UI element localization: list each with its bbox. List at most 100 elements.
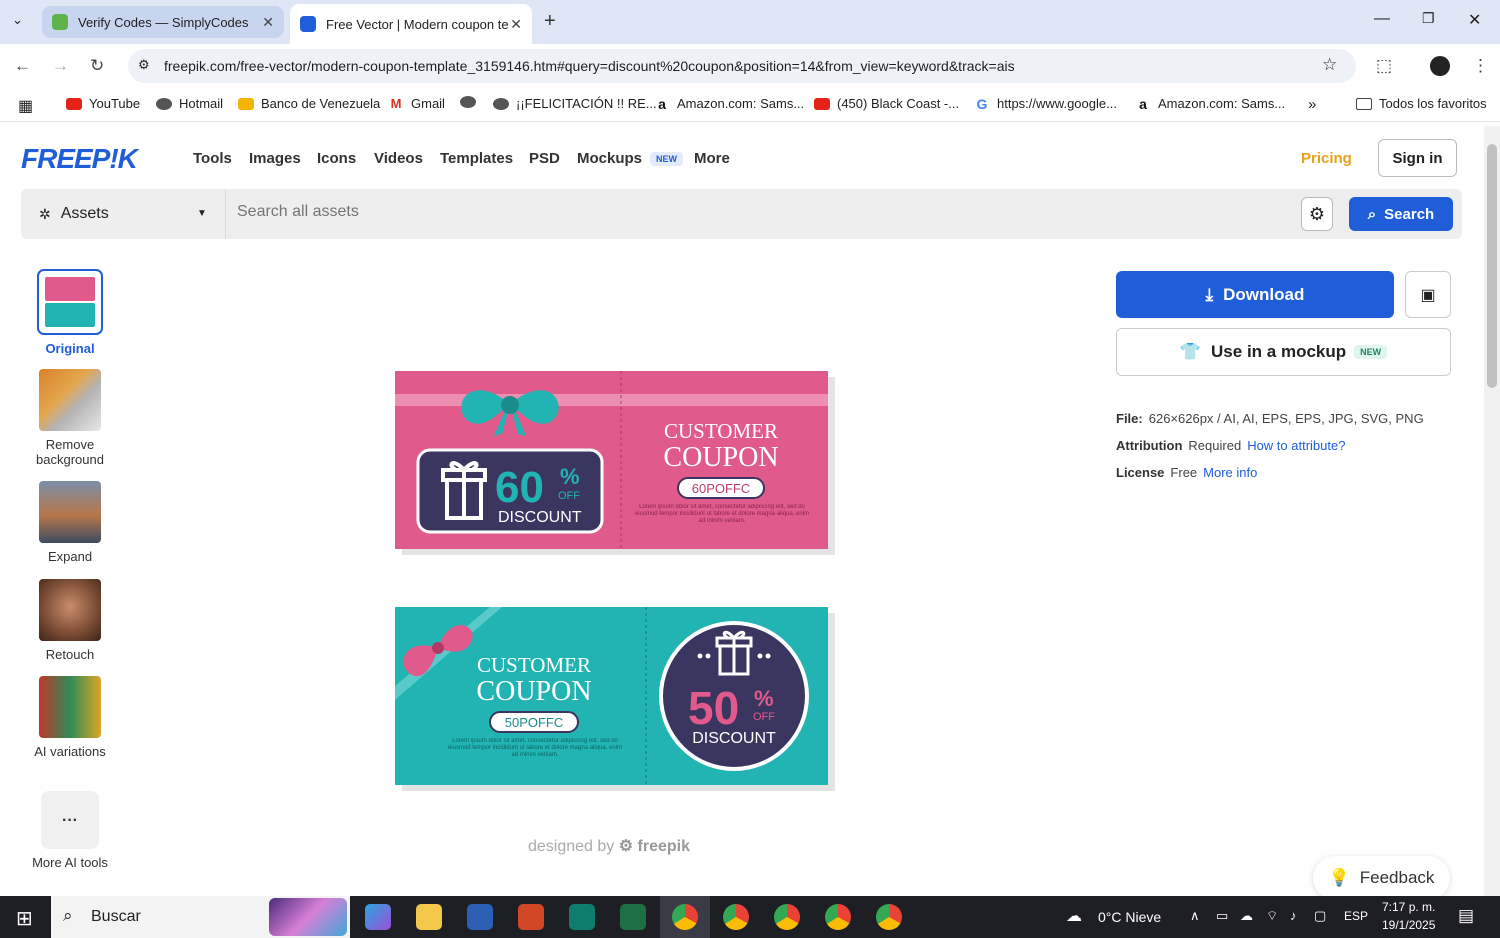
wifi-icon[interactable]: ⌔: [1266, 908, 1278, 924]
copilot-icon[interactable]: [365, 904, 391, 930]
coupon1-title-2: COUPON: [663, 442, 778, 473]
language-indicator[interactable]: ESP: [1344, 909, 1368, 923]
back-icon[interactable]: ←: [14, 56, 31, 76]
folder-icon: [1356, 97, 1372, 110]
close-tab-icon[interactable]: ✕: [510, 16, 522, 33]
onedrive-icon[interactable]: ☁: [1240, 908, 1253, 924]
nav-psd[interactable]: PSD: [529, 150, 560, 167]
search-settings-button[interactable]: ⚙: [1301, 197, 1333, 231]
new-tab-icon[interactable]: +: [544, 10, 556, 33]
shirt-icon: 👕: [1179, 342, 1202, 361]
use-in-mockup-button[interactable]: 👕 Use in a mockup NEW: [1116, 328, 1451, 376]
tool-label: AI variations: [34, 744, 106, 759]
close-window-icon[interactable]: ✕: [1468, 10, 1481, 30]
bookmark-felicitacion[interactable]: ¡¡FELICITACIÓN !! RE...: [493, 96, 657, 111]
powerpoint-icon[interactable]: [518, 904, 544, 930]
bookmark-label: Gmail: [411, 96, 445, 111]
sign-in-button[interactable]: Sign in: [1378, 139, 1457, 177]
bookmark-label: Amazon.com: Sams...: [1158, 96, 1286, 111]
profile-avatar[interactable]: [1430, 56, 1450, 76]
maximize-icon[interactable]: ❐: [1422, 10, 1435, 27]
search-button[interactable]: ⌕ Search: [1349, 197, 1453, 231]
nav-tools[interactable]: Tools: [193, 150, 232, 167]
collection-button[interactable]: ▣: [1405, 271, 1451, 318]
bookmark-globe[interactable]: [460, 96, 483, 108]
extensions-icon[interactable]: ⬚: [1376, 56, 1392, 76]
coupon1-stripe: [395, 394, 828, 406]
more-info-link[interactable]: More info: [1203, 465, 1257, 480]
bookmark-star-icon[interactable]: ☆: [1322, 55, 1337, 75]
bookmark-black-coast[interactable]: (450) Black Coast -...: [814, 96, 959, 111]
weather-text[interactable]: 0°C Nieve: [1098, 909, 1161, 925]
address-bar[interactable]: ⚙ freepik.com/free-vector/modern-coupon-…: [128, 49, 1356, 83]
menu-dots-icon[interactable]: ⋮: [1472, 56, 1489, 76]
tray-overflow-icon[interactable]: ∧: [1190, 908, 1200, 924]
network-icon[interactable]: ▢: [1314, 908, 1326, 924]
coupon2-code: 50POFFC: [505, 715, 564, 730]
amazon-icon: a: [1139, 95, 1147, 112]
volume-icon[interactable]: ♪: [1290, 908, 1297, 923]
chrome-profile-icon[interactable]: [723, 904, 749, 930]
meet-icon[interactable]: ▭: [1216, 908, 1228, 924]
tool-original[interactable]: Original: [20, 269, 120, 356]
forward-icon[interactable]: →: [52, 56, 69, 76]
windows-start-icon[interactable]: ⊞: [16, 906, 33, 931]
tab-title: Verify Codes — SimplyCodes: [78, 14, 249, 30]
nav-icons[interactable]: Icons: [317, 150, 356, 167]
chrome-profile-icon[interactable]: [876, 904, 902, 930]
bookmark-youtube[interactable]: YouTube: [66, 96, 140, 111]
pricing-link[interactable]: Pricing: [1301, 150, 1352, 167]
chrome-profile-icon[interactable]: [825, 904, 851, 930]
page-scrollbar[interactable]: [1484, 126, 1500, 896]
all-bookmarks-folder[interactable]: Todos los favoritos: [1356, 96, 1487, 111]
file-explorer-icon[interactable]: [416, 904, 442, 930]
bookmark-banco[interactable]: Banco de Venezuela: [238, 96, 380, 111]
nav-templates[interactable]: Templates: [440, 150, 513, 167]
asset-type-dropdown[interactable]: ✲ Assets ▼: [21, 189, 226, 239]
clock-time[interactable]: 7:17 p. m.: [1382, 900, 1435, 914]
bookmarks-bar: ▦ YouTube Hotmail Banco de Venezuela M Gm…: [0, 88, 1500, 122]
nav-videos[interactable]: Videos: [374, 150, 423, 167]
download-button[interactable]: ⤓ Download: [1116, 271, 1394, 318]
scrollbar-thumb[interactable]: [1487, 144, 1497, 388]
reload-icon[interactable]: ↻: [90, 56, 104, 76]
bookmark-label: Todos los favoritos: [1379, 96, 1487, 111]
minimize-icon[interactable]: —: [1374, 10, 1390, 28]
bookmark-gmail[interactable]: M Gmail: [388, 96, 445, 111]
excel-icon[interactable]: [620, 904, 646, 930]
search-input[interactable]: [237, 203, 1237, 221]
chrome-profile-icon[interactable]: [774, 904, 800, 930]
tool-expand[interactable]: Expand: [20, 481, 120, 564]
site-info-icon[interactable]: ⚙: [138, 57, 150, 73]
chrome-icon[interactable]: [672, 904, 698, 930]
tool-ai-variations[interactable]: AI variations: [20, 676, 120, 759]
freepik-logo[interactable]: FREEP!K: [21, 143, 138, 175]
apps-grid-icon[interactable]: ▦: [18, 96, 33, 116]
new-badge: NEW: [650, 152, 684, 167]
taskbar-search[interactable]: ⌕ Buscar: [51, 896, 350, 938]
tool-more-ai[interactable]: ··· More AI tools: [20, 791, 120, 870]
tab-freepik[interactable]: Free Vector | Modern coupon te ✕: [290, 4, 532, 44]
bookmark-amazon-2[interactable]: a Amazon.com: Sams...: [1135, 96, 1285, 111]
word-icon[interactable]: [467, 904, 493, 930]
banco-icon: [238, 97, 254, 110]
tool-retouch[interactable]: Retouch: [20, 579, 120, 662]
bookmark-google[interactable]: Ghttps://www.google...: [974, 96, 1117, 111]
nav-more[interactable]: More: [694, 150, 730, 167]
nav-mockups[interactable]: Mockups NEW: [577, 150, 684, 167]
weather-icon[interactable]: ☁: [1066, 906, 1082, 926]
bookmark-amazon-1[interactable]: a Amazon.com: Sams...: [654, 96, 804, 111]
close-tab-icon[interactable]: ✕: [262, 14, 274, 31]
clock-date[interactable]: 19/1/2025: [1382, 918, 1435, 932]
feedback-button[interactable]: 💡 Feedback: [1313, 856, 1450, 896]
nav-images[interactable]: Images: [249, 150, 301, 167]
tab-simplycodes[interactable]: Verify Codes — SimplyCodes ✕: [42, 6, 284, 38]
publisher-icon[interactable]: [569, 904, 595, 930]
tool-remove-background[interactable]: Remove background: [20, 369, 120, 467]
more-bookmarks-icon[interactable]: »: [1308, 96, 1316, 113]
how-to-attribute-link[interactable]: How to attribute?: [1247, 438, 1345, 453]
tab-search-icon[interactable]: ⌄: [12, 12, 23, 28]
notifications-icon[interactable]: ▤: [1458, 906, 1474, 926]
bookmark-hotmail[interactable]: Hotmail: [156, 96, 223, 111]
attribution-value: Required: [1188, 438, 1242, 453]
